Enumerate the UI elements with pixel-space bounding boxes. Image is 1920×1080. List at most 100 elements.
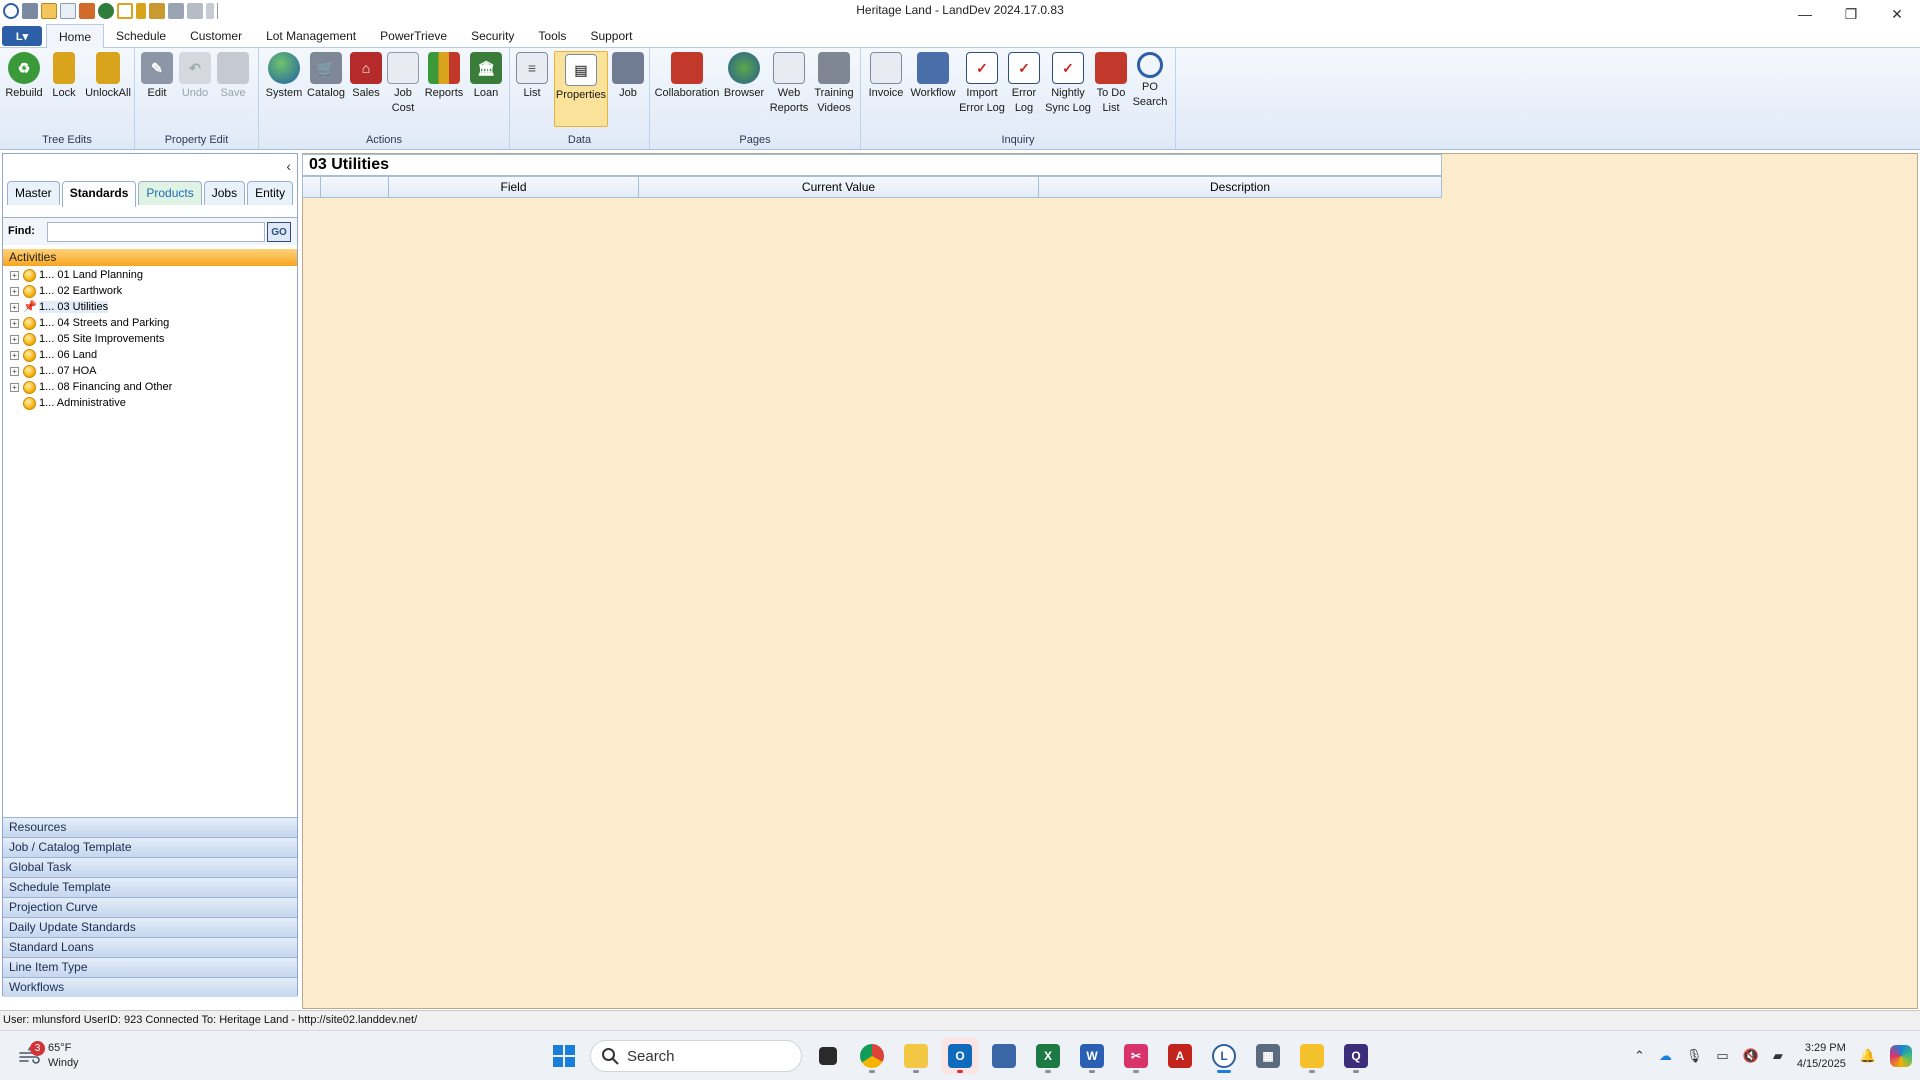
tree-node[interactable]: +1... 08 Financing and Other — [3, 379, 297, 395]
expand-icon[interactable]: + — [10, 350, 19, 360]
catalog-button[interactable]: 🛒 Catalog — [307, 52, 345, 101]
save-button[interactable]: Save — [217, 52, 249, 101]
import-error-log-button[interactable]: ✓ Import Error Log — [959, 52, 1005, 116]
tree-node[interactable]: 1... Administrative — [3, 395, 297, 411]
sales-button[interactable]: ⌂ Sales — [349, 52, 383, 101]
training-videos-button[interactable]: Training Videos — [812, 52, 856, 116]
acrobat-app[interactable]: A — [1162, 1038, 1198, 1074]
word-app[interactable]: W — [1074, 1038, 1110, 1074]
nightly-sync-log-button[interactable]: ✓ Nightly Sync Log — [1045, 52, 1091, 116]
expand-icon[interactable]: + — [10, 382, 19, 392]
nav-bar-job-catalog-template[interactable]: Job / Catalog Template — [3, 837, 297, 857]
tab-products[interactable]: Products — [138, 181, 202, 205]
find-input[interactable] — [47, 222, 265, 242]
web-reports-button[interactable]: Web Reports — [768, 52, 810, 116]
rebuild-button[interactable]: ♻ Rebuild — [4, 52, 44, 101]
tab-jobs[interactable]: Jobs — [203, 181, 246, 205]
notification-bell-icon[interactable]: 🔔 — [1860, 1048, 1876, 1064]
outlook-app[interactable]: O — [942, 1038, 978, 1074]
tab-security[interactable]: Security — [459, 24, 526, 48]
tree-node[interactable]: +1... 01 Land Planning — [3, 267, 297, 283]
nav-bar-workflows[interactable]: Workflows — [3, 977, 297, 997]
nav-bar-schedule-template[interactable]: Schedule Template — [3, 877, 297, 897]
battery-icon[interactable]: ▰ — [1773, 1048, 1783, 1064]
expand-icon[interactable]: + — [10, 302, 19, 312]
go-button[interactable]: GO — [267, 222, 291, 242]
nav-bar-projection-curve[interactable]: Projection Curve — [3, 897, 297, 917]
nav-bar-global-task[interactable]: Global Task — [3, 857, 297, 877]
network-icon[interactable]: ▭ — [1716, 1048, 1728, 1064]
tab-standards[interactable]: Standards — [61, 181, 137, 207]
nav-bar-line-item-type[interactable]: Line Item Type — [3, 957, 297, 977]
tab-powertrieve[interactable]: PowerTrieve — [368, 24, 459, 48]
excel-app[interactable]: X — [1030, 1038, 1066, 1074]
properties-button[interactable]: ▤ Properties — [554, 51, 608, 127]
error-log-button[interactable]: ✓ Error Log — [1007, 52, 1041, 116]
grid-col-blank[interactable] — [321, 177, 389, 197]
nav-bar-standard-loans[interactable]: Standard Loans — [3, 937, 297, 957]
expand-icon[interactable]: + — [10, 318, 19, 328]
expand-icon[interactable]: + — [10, 334, 19, 344]
browser-button[interactable]: Browser — [722, 52, 766, 101]
chrome-app[interactable] — [854, 1038, 890, 1074]
tree-node[interactable]: +1... 02 Earthwork — [3, 283, 297, 299]
po-search-button[interactable]: PO Search — [1131, 52, 1169, 110]
grid-col-current-value[interactable]: Current Value — [639, 177, 1039, 197]
file-explorer-app[interactable] — [898, 1038, 934, 1074]
group-label: Inquiry — [1001, 134, 1035, 146]
collaboration-button[interactable]: Collaboration — [654, 52, 720, 101]
nav-bar-daily-update-standards[interactable]: Daily Update Standards — [3, 917, 297, 937]
calculator-app[interactable]: ▦ — [1250, 1038, 1286, 1074]
snipping-tool-app[interactable]: ✂ — [1118, 1038, 1154, 1074]
taskbar-search[interactable]: Search — [590, 1040, 802, 1072]
tab-tools[interactable]: Tools — [526, 24, 578, 48]
tree-node[interactable]: +1... 07 HOA — [3, 363, 297, 379]
copilot-icon[interactable] — [1890, 1045, 1912, 1067]
landdev-app[interactable]: L — [1206, 1038, 1242, 1074]
tree-node[interactable]: +1... 04 Streets and Parking — [3, 315, 297, 331]
to-do-list-button[interactable]: To Do List — [1093, 52, 1129, 116]
collapse-panel-button[interactable]: ‹ — [286, 158, 291, 174]
app-menu-button[interactable]: L▾ — [2, 26, 42, 46]
job-button[interactable]: Job — [612, 52, 644, 101]
remote-app[interactable] — [986, 1038, 1022, 1074]
sticky-notes-app[interactable] — [1294, 1038, 1330, 1074]
undo-button[interactable]: ↶ Undo — [179, 52, 211, 101]
tab-support[interactable]: Support — [578, 24, 644, 48]
onedrive-icon[interactable]: ☁ — [1659, 1048, 1672, 1064]
workflow-button[interactable]: Workflow — [909, 52, 957, 101]
tree-node[interactable]: +1... 05 Site Improvements — [3, 331, 297, 347]
tab-lot-management[interactable]: Lot Management — [254, 24, 368, 48]
list-button[interactable]: ≡ List — [516, 52, 548, 101]
grid-col-field[interactable]: Field — [389, 177, 639, 197]
nav-bar-resources[interactable]: Resources — [3, 817, 297, 837]
edit-button[interactable]: ✎ Edit — [141, 52, 173, 101]
tab-master[interactable]: Master — [7, 181, 60, 205]
lock-button[interactable]: Lock — [48, 52, 80, 101]
volume-muted-icon[interactable]: 🔇 — [1743, 1048, 1759, 1064]
unlock-all-button[interactable]: UnlockAll — [84, 52, 132, 101]
clock[interactable]: 3:29 PM 4/15/2025 — [1797, 1040, 1846, 1072]
expand-icon[interactable]: + — [10, 286, 19, 296]
tab-schedule[interactable]: Schedule — [104, 24, 178, 48]
task-view-button[interactable] — [810, 1038, 846, 1074]
tab-customer[interactable]: Customer — [178, 24, 254, 48]
expand-icon[interactable]: + — [10, 366, 19, 376]
tree-node[interactable]: +1... 06 Land — [3, 347, 297, 363]
tab-entity[interactable]: Entity — [247, 181, 294, 205]
job-cost-button[interactable]: Job Cost — [387, 52, 419, 116]
reports-button[interactable]: Reports — [423, 52, 465, 101]
start-button[interactable] — [546, 1038, 582, 1074]
tab-home[interactable]: Home — [46, 24, 105, 49]
quick-assist-app[interactable]: Q — [1338, 1038, 1374, 1074]
weather-widget[interactable]: 3 65°F Windy — [18, 1041, 79, 1071]
system-button[interactable]: System — [265, 52, 303, 101]
expand-icon[interactable]: + — [10, 270, 19, 280]
chevron-up-icon[interactable]: ⌃ — [1634, 1048, 1645, 1064]
tree-node-selected[interactable]: + 📌 1... 03 Utilities — [3, 299, 297, 315]
loan-button[interactable]: 🏛 Loan — [469, 52, 503, 101]
microphone-icon[interactable]: 🎙 — [1686, 1048, 1703, 1064]
activities-header[interactable]: Activities — [3, 249, 297, 266]
invoice-button[interactable]: Invoice — [865, 52, 907, 101]
grid-col-description[interactable]: Description — [1039, 177, 1441, 197]
